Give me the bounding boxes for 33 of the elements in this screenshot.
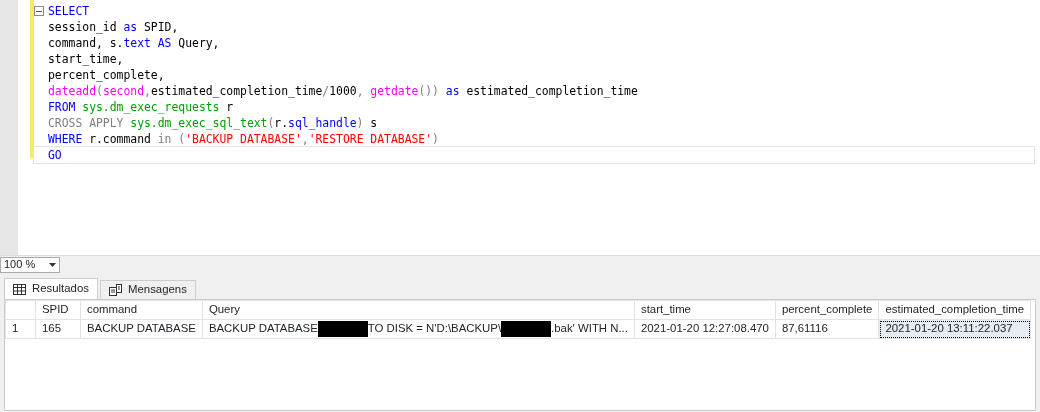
table-cell[interactable]: BACKUP DATABASE TO DISK = N'D:\BACKUP\ .bak' WITH N... [202, 319, 635, 339]
code-line: start_time, [48, 51, 124, 67]
column-header: percent_complete [775, 300, 879, 320]
row-number: 1 [5, 319, 36, 339]
code-line: percent_complete, [48, 67, 165, 83]
header-cell [5, 300, 36, 320]
code-line: WHERE r.command in ('BACKUP DATABASE','RESTORE DATABASE') [48, 131, 439, 147]
zoom-value: 100 % [4, 257, 36, 273]
table-cell[interactable]: 87,61116 [775, 319, 879, 339]
messages-icon [109, 284, 122, 296]
collapse-icon[interactable] [34, 6, 44, 16]
caret-icon [49, 262, 56, 267]
column-header: SPID [35, 300, 81, 320]
redaction-bar [501, 321, 552, 338]
column-header: command [80, 300, 203, 320]
code-line: GO [48, 147, 62, 163]
code-line: session_id as SPID, [48, 19, 179, 35]
zoom-dropdown[interactable]: 100 % [0, 256, 60, 273]
table-cell[interactable]: BACKUP DATABASE [80, 319, 203, 339]
column-header: start_time [634, 300, 776, 320]
grid-icon [13, 283, 26, 295]
code-line: command, s.text AS Query, [48, 35, 220, 51]
table-cell[interactable]: 165 [35, 319, 81, 339]
code-line: CROSS APPLY sys.dm_exec_sql_text(r.sql_handle) s [48, 115, 378, 131]
column-header: Query [202, 300, 635, 320]
code-line: dateadd(second,estimated_completion_time/1000, getdate()) as estimated_completion_time [48, 83, 638, 99]
column-header: estimated_completion_time [878, 300, 1031, 320]
table-cell[interactable]: 2021-01-20 12:27:08.470 [634, 319, 776, 339]
redaction-bar [317, 321, 368, 338]
code-line: SELECT [48, 3, 90, 19]
results-tab[interactable]: Resultados [4, 278, 98, 299]
results-tab[interactable]: Mensagens [100, 280, 196, 299]
code-line: FROM sys.dm_exec_requests r [48, 99, 234, 115]
